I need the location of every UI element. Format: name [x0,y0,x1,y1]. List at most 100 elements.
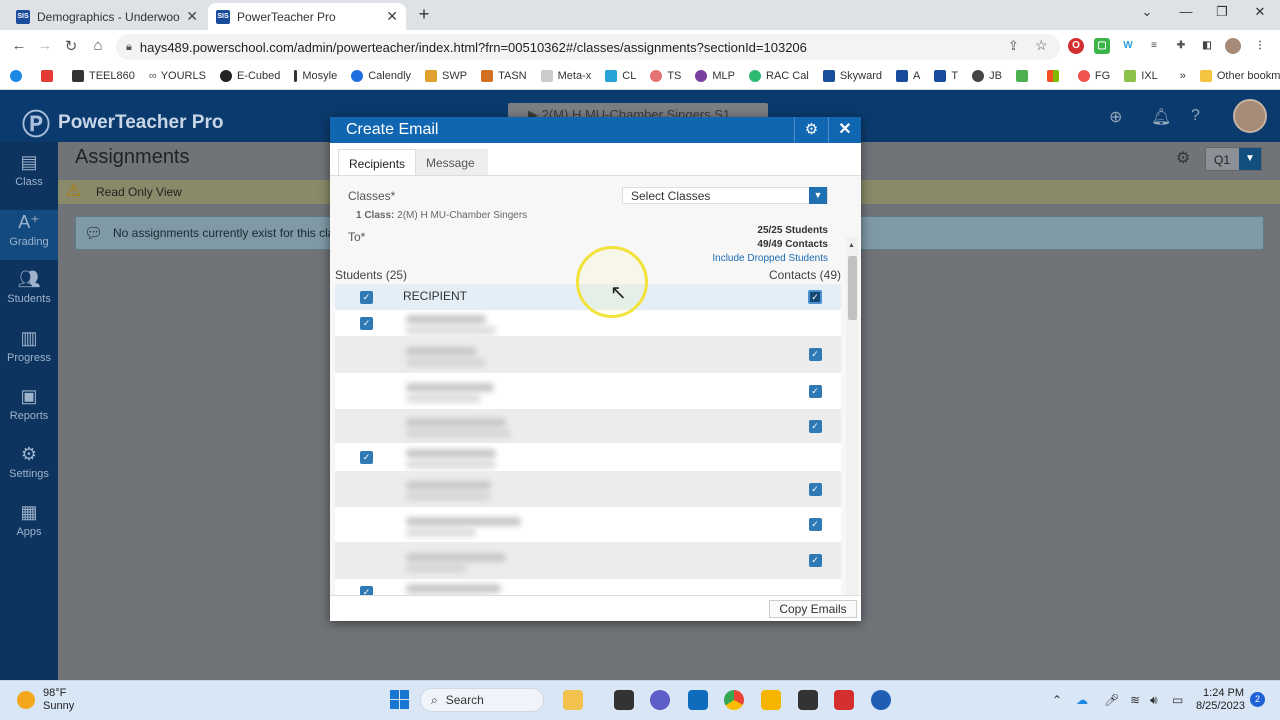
taskbar-clock[interactable]: 1:24 PM 8/25/2023 [1196,687,1245,713]
bookmark-t[interactable]: T [934,69,958,82]
bookmark-swp[interactable]: SWP [425,69,467,82]
sidepanel-icon[interactable]: ◧ [1199,38,1215,54]
profile-avatar-icon[interactable] [1225,38,1241,54]
sidebar-item-reports[interactable]: ▣ Reports [0,386,58,422]
tab-message[interactable]: Message [416,149,488,175]
bookmark-mosyle[interactable]: Mosyle [294,69,337,82]
taskbar-search[interactable]: ⌕ Search [420,688,544,712]
sidebar-item-class[interactable]: ▤ Class [0,152,58,188]
bell-icon[interactable]: 🔔︎ [1151,107,1171,127]
other-bookmarks[interactable]: Other bookmarks [1199,69,1280,82]
close-window-button[interactable]: ✕ [1250,4,1270,20]
teams-chat-icon[interactable] [650,690,670,710]
home-icon[interactable]: ⌂ [89,37,107,54]
bookmark-fg[interactable]: FG [1077,69,1110,82]
bookmark-jb[interactable]: JB [972,69,1002,82]
bookmark-yourls[interactable]: ∞ YOURLS [149,70,206,82]
bookmark-green[interactable] [1015,69,1033,82]
select-all-contacts-checkbox[interactable]: ✓ [808,290,822,304]
contact-checkbox[interactable]: ✓ [808,348,822,361]
scroll-up-arrow-icon[interactable]: ▲ [848,242,855,249]
sticky-notes-icon[interactable] [798,690,818,710]
sidebar-item-settings[interactable]: ⚙ Settings [0,444,58,480]
address-bar[interactable]: 🔒︎ hays489.powerschool.com/admin/powerte… [116,34,1060,60]
bookmark-rac-cal[interactable]: RAC Cal [749,69,809,82]
wifi-icon[interactable]: ≋ [1130,693,1140,707]
tab-search-icon[interactable]: ⌄ [1137,4,1157,20]
bookmark-cl[interactable]: CL [605,69,636,82]
reload-icon[interactable]: ↻ [62,37,80,55]
bookmark-star-icon[interactable]: ☆ [1035,37,1048,54]
bookmark-microsoft[interactable] [1046,69,1064,82]
bookmark-mlp[interactable]: MLP [695,69,735,82]
file-explorer-icon[interactable] [761,690,781,710]
select-all-students-checkbox[interactable]: ✓ [360,290,373,304]
bookmark-metax[interactable]: Meta-x [540,69,591,82]
bookmark-calendly[interactable]: Calendly [351,69,411,82]
puzzle-extensions-icon[interactable]: ✚ [1173,38,1189,54]
browser-tab-powerteacher[interactable]: SIS PowerTeacher Pro ✕ [208,3,406,30]
bookmark-ts[interactable]: TS [650,69,681,82]
windows-start-icon[interactable] [390,690,410,710]
back-arrow-icon[interactable]: ← [10,37,28,54]
task-view-icon[interactable] [614,690,634,710]
bookmark-tasn[interactable]: TASN [481,69,527,82]
w-extension-icon[interactable]: W [1120,38,1136,54]
tab-close-icon[interactable]: ✕ [386,8,398,25]
student-checkbox[interactable]: ✓ [360,316,373,330]
bookmark-skyward[interactable]: Skyward [822,69,882,82]
dialog-close-icon[interactable]: ✕ [828,117,861,143]
outlook-icon[interactable] [688,690,708,710]
tab-recipients[interactable]: Recipients [338,149,417,175]
scrollbar-thumb[interactable] [848,256,857,320]
app-icon[interactable] [871,690,891,710]
weather-widget[interactable]: 98°F Sunny [17,687,74,713]
more-bookmarks-button[interactable]: » [1180,70,1186,82]
bookmark-teel860[interactable]: TEEL860 [72,69,135,82]
add-circle-icon[interactable]: ⊕ [1109,107,1122,127]
bookmark-ecubed[interactable]: E-Cubed [219,69,280,82]
term-selector[interactable]: Q1 ▼ [1205,147,1262,171]
widgets-icon[interactable] [563,690,583,710]
contact-checkbox[interactable]: ✓ [808,419,822,433]
acrobat-icon[interactable] [834,690,854,710]
contact-checkbox[interactable]: ✓ [808,554,822,567]
share-icon[interactable]: ⇪ [1008,38,1019,54]
browser-tab-demographics[interactable]: SIS Demographics - Underwood, Ale ✕ [8,3,206,30]
sidebar-item-apps[interactable]: ▦ Apps [0,502,58,538]
tab-close-icon[interactable]: ✕ [186,8,198,25]
contact-checkbox[interactable]: ✓ [808,482,822,496]
forward-arrow-icon[interactable]: → [36,37,54,54]
extension-list-icon[interactable]: ≡ [1146,38,1162,54]
select-classes-dropdown[interactable]: Select Classes ▼ [622,187,828,204]
bookmark-ixl[interactable]: IXL [1124,69,1158,82]
bookmark-youtube[interactable] [41,69,58,82]
sidebar-item-grading[interactable]: A⁺ Grading [0,210,58,260]
student-checkbox[interactable]: ✓ [360,450,373,464]
contact-checkbox[interactable]: ✓ [808,384,822,398]
battery-icon[interactable]: ▭ [1172,693,1183,707]
bookmark-cloud[interactable] [10,69,27,82]
sidebar-item-progress[interactable]: ▥ Progress [0,328,58,364]
opera-extension-icon[interactable]: O [1068,38,1084,54]
tray-chevron-icon[interactable]: ⌃ [1052,693,1062,707]
volume-icon[interactable]: 🔊︎ [1150,693,1158,708]
green-extension-icon[interactable]: ▢ [1094,38,1110,54]
copy-emails-button[interactable]: Copy Emails [769,600,857,618]
help-icon[interactable]: ? [1191,107,1200,125]
microphone-icon[interactable]: 🎤︎ [1104,693,1119,707]
sidebar-item-students[interactable]: 👥︎ Students [0,269,58,305]
user-avatar[interactable] [1233,99,1267,133]
student-checkbox[interactable]: ✓ [360,585,373,595]
onedrive-icon[interactable]: ☁ [1076,693,1088,707]
notification-badge[interactable]: 2 [1250,692,1265,707]
page-settings-gear-icon[interactable]: ⚙ [1170,146,1196,172]
chrome-icon[interactable] [724,690,744,710]
chrome-menu-icon[interactable]: ⋮ [1252,38,1268,54]
include-dropped-students-link[interactable]: Include Dropped Students [670,253,828,264]
new-tab-button[interactable]: + [414,5,434,25]
contact-checkbox[interactable]: ✓ [808,518,822,531]
dialog-settings-gear-icon[interactable]: ⚙ [794,117,828,143]
minimize-button[interactable]: — [1176,4,1196,19]
bookmark-a[interactable]: A [896,69,920,82]
